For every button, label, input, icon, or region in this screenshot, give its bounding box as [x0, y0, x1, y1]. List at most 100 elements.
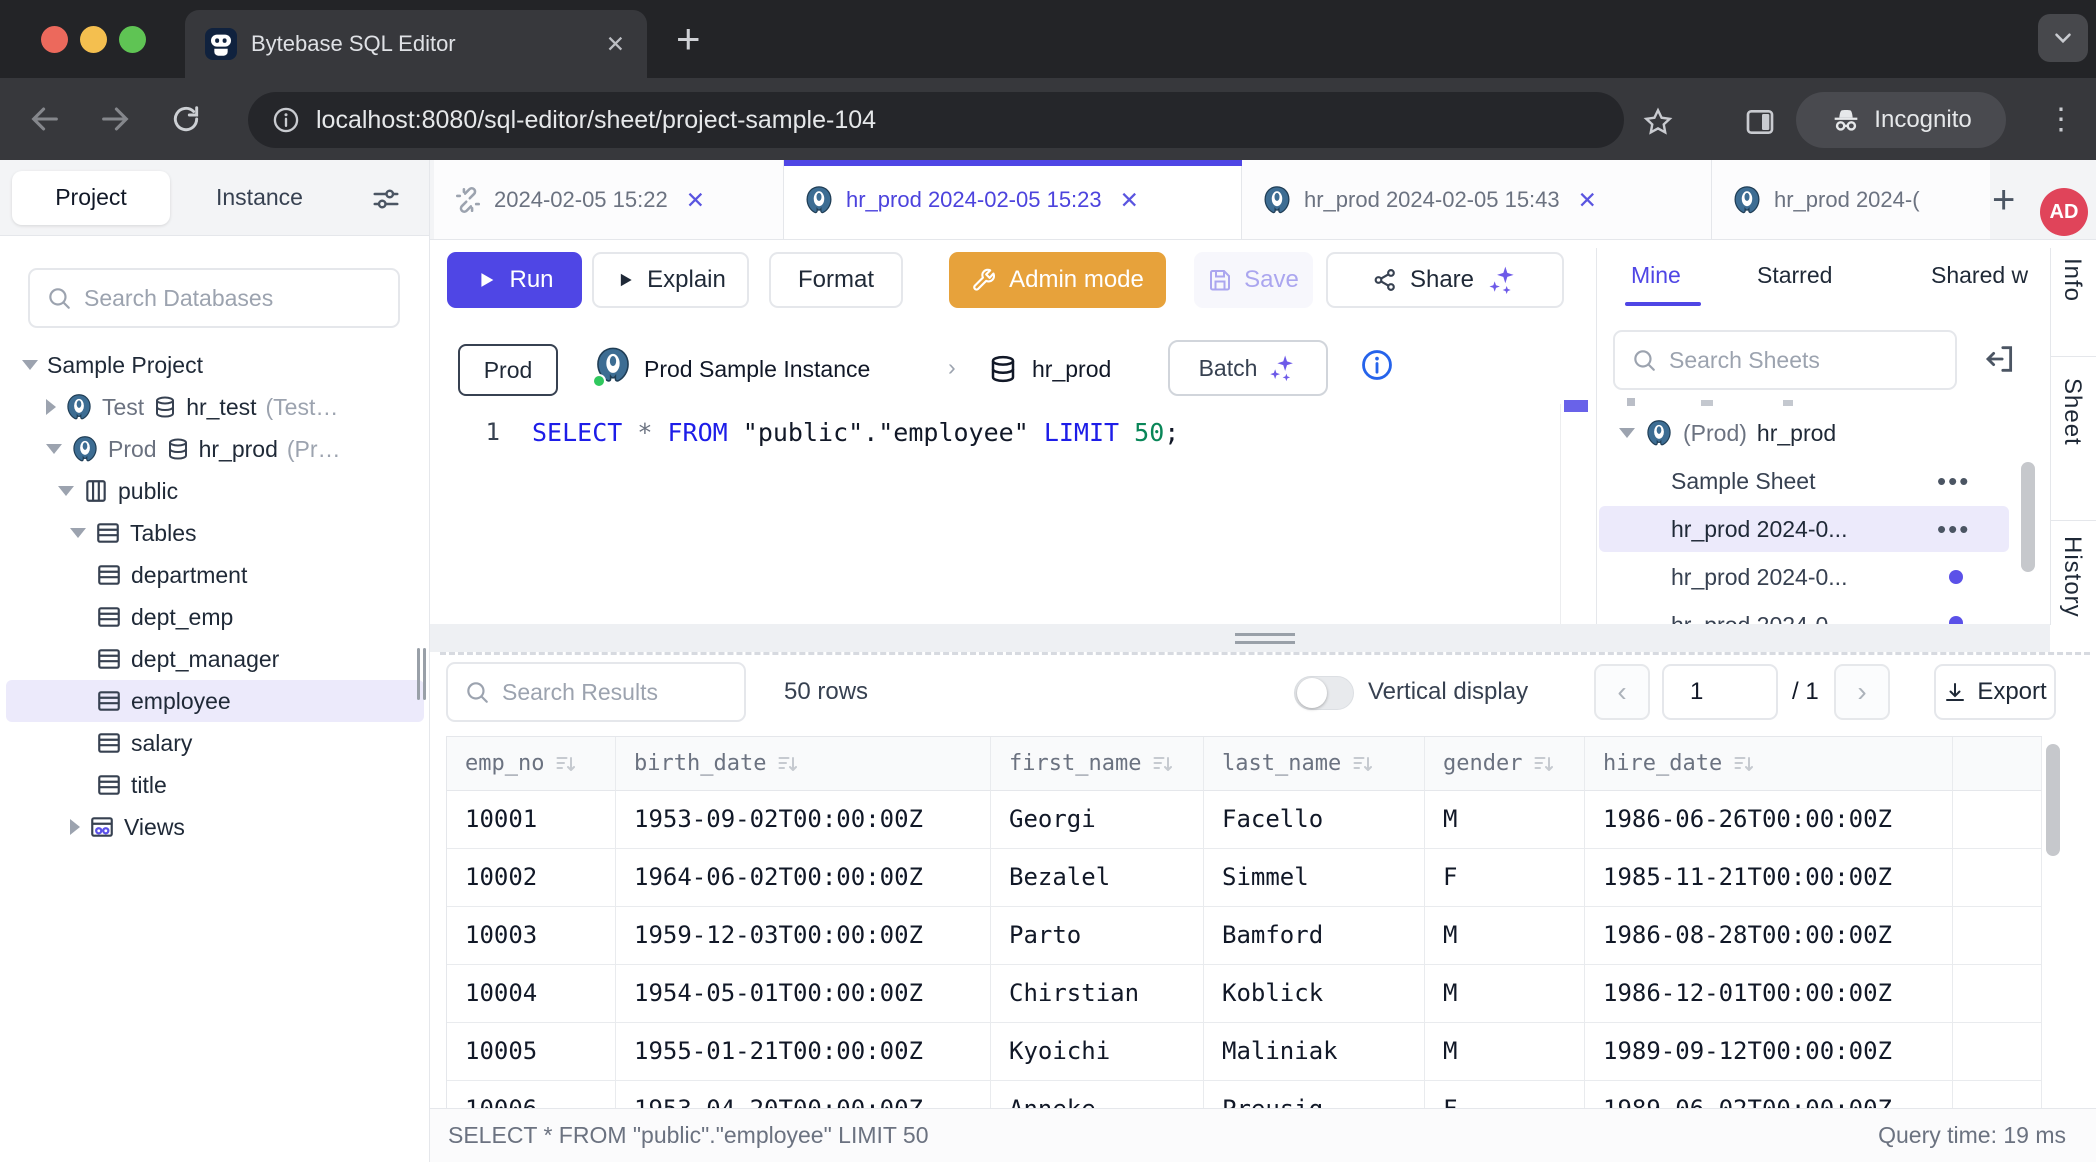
more-options-icon[interactable]: ••• — [1937, 514, 1970, 545]
caret-down-icon[interactable] — [70, 528, 86, 538]
row-count-label: 50 rows — [784, 678, 868, 706]
tree-item-views-group[interactable]: Views — [0, 806, 429, 848]
browser-tab[interactable]: Bytebase SQL Editor ✕ — [185, 10, 647, 78]
tree-item-tables-group[interactable]: Tables — [0, 512, 429, 554]
batch-button[interactable]: Batch — [1168, 340, 1328, 396]
tree-item-table-title[interactable]: title — [0, 764, 429, 806]
column-header-birth_date[interactable]: birth_date — [616, 737, 991, 791]
sheet-group-prod-hr-prod[interactable]: (Prod) hr_prod — [1599, 410, 2013, 456]
reload-icon[interactable] — [170, 103, 202, 135]
table-icon — [96, 604, 122, 630]
search-icon — [1631, 347, 1657, 373]
table-cell-empty — [1953, 965, 2042, 1023]
tree-item-hr-test[interactable]: Test hr_test (Test… — [0, 386, 429, 428]
window-minimize-button[interactable] — [80, 26, 107, 53]
sidebar-resize-handle[interactable] — [423, 648, 426, 700]
back-icon[interactable] — [28, 102, 62, 136]
tab-shared-with-me[interactable]: Shared w — [1931, 262, 2028, 289]
format-button[interactable]: Format — [769, 252, 903, 308]
close-icon[interactable]: ✕ — [1578, 187, 1597, 214]
editor-tab-3[interactable]: hr_prod 2024-02-05 15:43 ✕ — [1242, 160, 1712, 240]
filter-sliders-icon[interactable] — [371, 184, 401, 214]
search-databases-input[interactable]: Search Databases — [28, 268, 400, 328]
editor-tab-1[interactable]: 2024-02-05 15:22 ✕ — [434, 160, 784, 240]
column-header-hire_date[interactable]: hire_date — [1585, 737, 1953, 791]
sql-editor[interactable]: 1 SELECT * FROM "public"."employee" LIMI… — [430, 404, 1596, 624]
url-bar[interactable]: localhost:8080/sql-editor/sheet/project-… — [248, 92, 1624, 148]
search-results-input[interactable]: Search Results — [446, 662, 746, 722]
panel-scrollbar[interactable] — [2021, 462, 2035, 572]
disconnected-link-icon — [454, 186, 482, 214]
caret-down-icon[interactable] — [46, 444, 62, 454]
share-button[interactable]: Share — [1326, 252, 1564, 308]
sql-code-line[interactable]: SELECT * FROM "public"."employee" LIMIT … — [532, 418, 1179, 447]
more-options-icon[interactable]: ••• — [1937, 466, 1970, 497]
caret-down-icon[interactable] — [58, 486, 74, 496]
info-icon[interactable] — [1360, 348, 1394, 382]
side-panel-icon[interactable] — [1744, 106, 1776, 138]
tree-item-table-department[interactable]: department — [0, 554, 429, 596]
tree-label: Tables — [130, 520, 196, 547]
user-avatar[interactable]: AD — [2040, 188, 2088, 236]
forward-icon[interactable] — [98, 102, 132, 136]
site-info-icon[interactable] — [272, 106, 300, 134]
tab-sheet-vertical[interactable]: Sheet — [2058, 378, 2086, 446]
page-number-input[interactable] — [1662, 664, 1778, 720]
tree-item-table-dept-manager[interactable]: dept_manager — [0, 638, 429, 680]
next-page-button[interactable]: › — [1834, 664, 1890, 720]
close-icon[interactable]: ✕ — [1120, 187, 1139, 214]
tree-item-table-salary[interactable]: salary — [0, 722, 429, 764]
tree-item-table-dept-emp[interactable]: dept_emp — [0, 596, 429, 638]
close-icon[interactable]: ✕ — [686, 187, 705, 214]
export-button[interactable]: Export — [1934, 664, 2056, 720]
column-header-gender[interactable]: gender — [1425, 737, 1585, 791]
run-button[interactable]: Run — [447, 252, 582, 308]
column-header-first_name[interactable]: first_name — [991, 737, 1204, 791]
new-browser-tab-button[interactable]: + — [676, 18, 701, 60]
new-sheet-tab-button[interactable]: + — [1992, 178, 2015, 223]
instance-name[interactable]: Prod Sample Instance — [644, 356, 870, 383]
tab-search-chevron-button[interactable] — [2038, 14, 2088, 62]
editor-results-splitter[interactable] — [430, 624, 2050, 652]
explain-button[interactable]: Explain — [592, 252, 749, 308]
editor-tab-4[interactable]: hr_prod 2024-( — [1712, 160, 1990, 240]
table-cell-empty — [1953, 849, 2042, 907]
tab-info-vertical[interactable]: Info — [2058, 258, 2086, 302]
caret-right-icon[interactable] — [46, 399, 56, 415]
collapse-panel-icon[interactable] — [1983, 342, 2017, 376]
database-name[interactable]: hr_prod — [1032, 356, 1111, 383]
results-dashed-divider — [440, 652, 2090, 655]
caret-right-icon[interactable] — [70, 819, 80, 835]
tab-mine[interactable]: Mine — [1631, 262, 1681, 289]
tab-instance[interactable]: Instance — [216, 184, 303, 211]
tree-item-sample-project[interactable]: Sample Project — [0, 344, 429, 386]
tree-item-hr-prod[interactable]: Prod hr_prod (Pr… — [0, 428, 429, 470]
tree-item-schema-public[interactable]: public — [0, 470, 429, 512]
column-header-last_name[interactable]: last_name — [1204, 737, 1425, 791]
vertical-display-toggle[interactable] — [1294, 676, 1354, 710]
page-total-label: / 1 — [1792, 678, 1819, 706]
save-button[interactable]: Save — [1194, 252, 1313, 308]
sidebar-resize-handle[interactable] — [417, 648, 420, 700]
search-sheets-input[interactable]: Search Sheets — [1613, 330, 1957, 390]
window-close-button[interactable] — [41, 26, 68, 53]
previous-page-button[interactable]: ‹ — [1594, 664, 1650, 720]
editor-tab-2-active[interactable]: hr_prod 2024-02-05 15:23 ✕ — [784, 160, 1242, 240]
window-zoom-button[interactable] — [119, 26, 146, 53]
table-icon — [96, 730, 122, 756]
admin-mode-button[interactable]: Admin mode — [949, 252, 1166, 308]
tree-item-table-employee-selected[interactable]: employee — [6, 680, 424, 722]
table-scrollbar[interactable] — [2046, 744, 2060, 856]
tab-starred[interactable]: Starred — [1757, 262, 1832, 289]
column-header-emp_no[interactable]: emp_no — [447, 737, 616, 791]
run-label: Run — [509, 266, 553, 294]
browser-menu-icon[interactable]: ⋮ — [2046, 100, 2076, 140]
database-icon — [988, 354, 1018, 384]
caret-down-icon[interactable] — [1619, 428, 1635, 438]
tab-history-vertical[interactable]: History — [2058, 536, 2086, 618]
tab-project[interactable]: Project — [12, 171, 170, 225]
table-cell: Bezalel — [991, 849, 1204, 907]
caret-down-icon[interactable] — [22, 360, 38, 370]
bookmark-star-icon[interactable] — [1642, 106, 1674, 138]
browser-tab-close-icon[interactable]: ✕ — [606, 31, 625, 58]
